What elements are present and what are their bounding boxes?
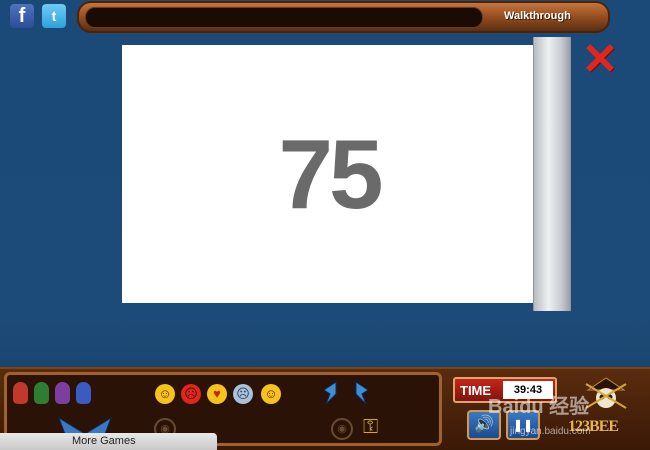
skull-icon bbox=[585, 377, 627, 409]
walkthrough-link[interactable]: Walkthrough bbox=[504, 10, 571, 22]
hint-slot bbox=[85, 7, 483, 28]
key-icon[interactable]: ⚿ bbox=[363, 416, 378, 439]
scroll-roller bbox=[533, 37, 571, 311]
smile-smiley-icon[interactable]: ☺ bbox=[261, 384, 281, 404]
coin-slot-icon[interactable]: ◉ bbox=[331, 418, 353, 440]
facebook-icon[interactable]: f bbox=[10, 4, 34, 28]
doll-item-green[interactable] bbox=[34, 382, 49, 404]
watermark: Baidu 经验 bbox=[488, 396, 590, 418]
note-number: 75 bbox=[278, 119, 383, 229]
butterfly-wing-right-icon[interactable] bbox=[354, 380, 370, 406]
twitter-icon[interactable]: t bbox=[42, 4, 66, 28]
love-smiley-icon[interactable]: ♥ bbox=[207, 384, 227, 404]
doll-item-blue[interactable] bbox=[76, 382, 91, 404]
butterfly-wing-left-icon[interactable] bbox=[322, 380, 338, 406]
note-panel: 75 bbox=[122, 45, 536, 303]
top-bar: Walkthrough bbox=[77, 1, 610, 33]
doll-item-red[interactable] bbox=[13, 382, 28, 404]
close-icon[interactable]: ✕ bbox=[580, 38, 620, 82]
more-games-button[interactable]: More Games bbox=[0, 433, 217, 450]
angry-smiley-icon[interactable]: ☹ bbox=[181, 384, 201, 404]
sad-smiley-icon[interactable]: ☹ bbox=[233, 384, 253, 404]
doll-item-purple[interactable] bbox=[55, 382, 70, 404]
watermark-url: jingyan.baidu.com bbox=[510, 426, 591, 437]
happy-smiley-icon[interactable]: ☺ bbox=[155, 384, 175, 404]
timer-label: TIME bbox=[460, 383, 492, 398]
